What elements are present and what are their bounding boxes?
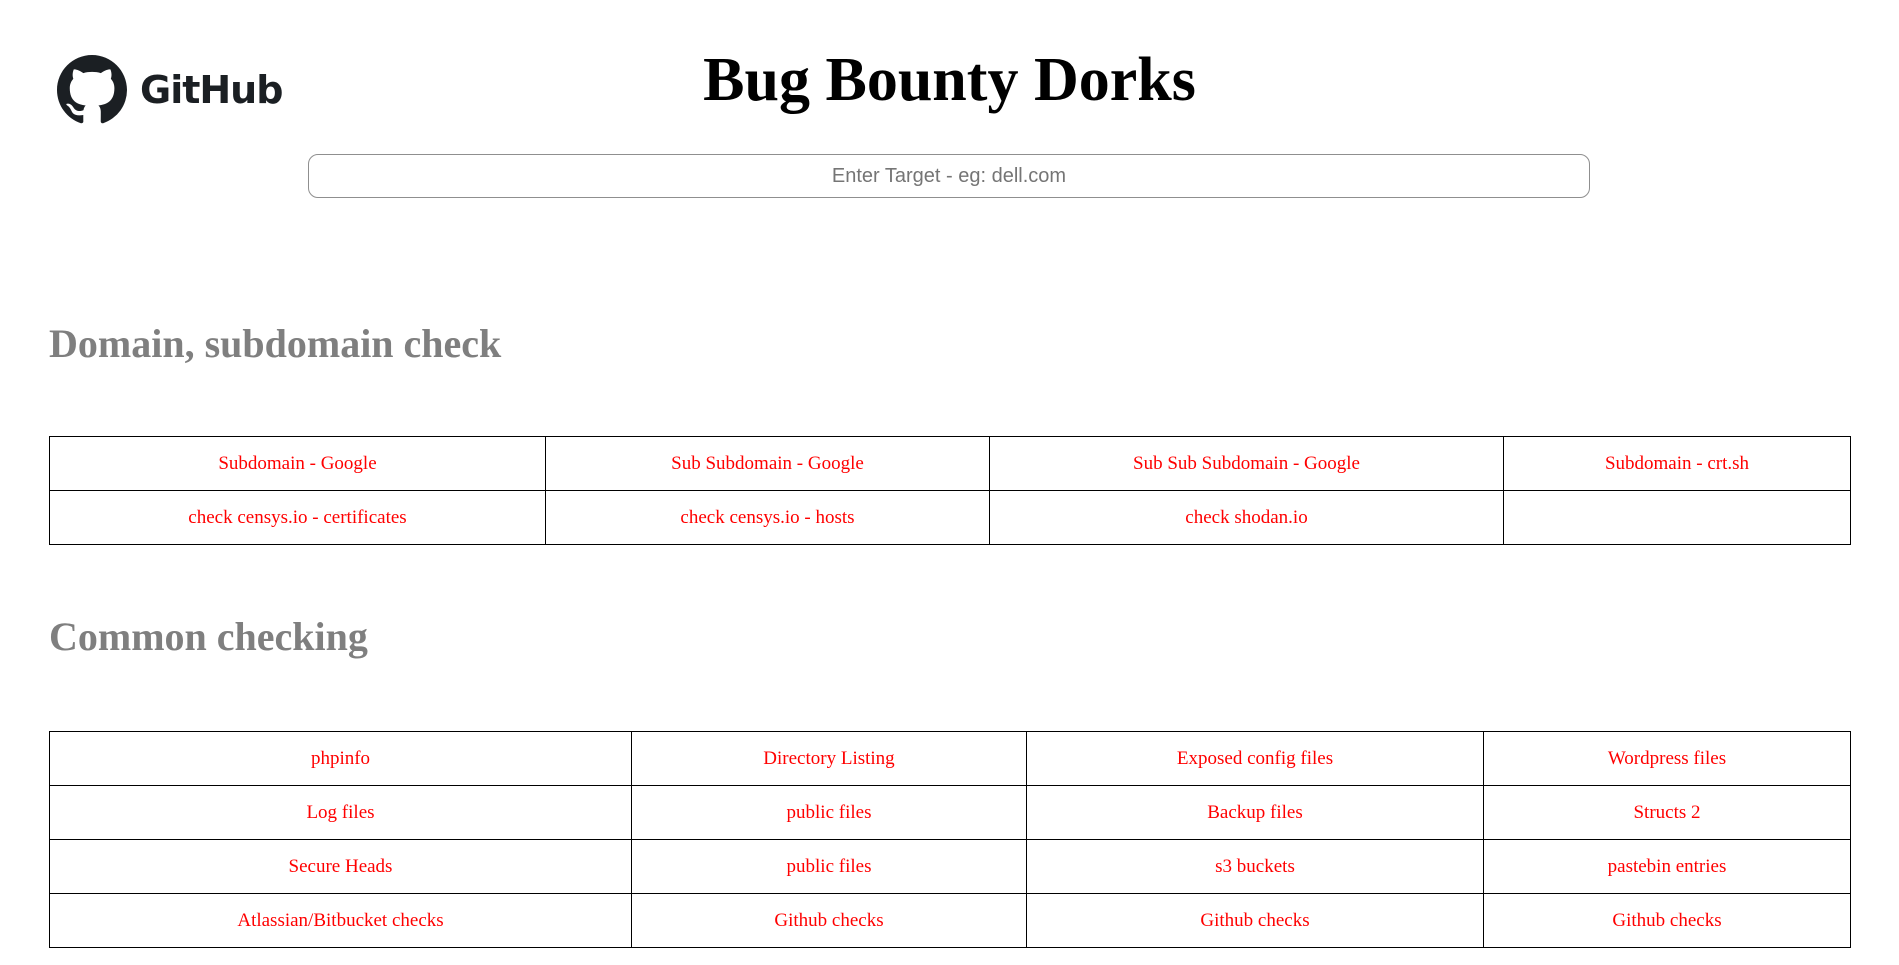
table-cell: Wordpress files — [1483, 731, 1851, 786]
table-cell: s3 buckets — [1026, 839, 1484, 894]
dork-link[interactable]: s3 buckets — [1215, 856, 1295, 877]
dork-link[interactable]: Subdomain - Google — [218, 453, 376, 474]
table-cell: Github checks — [1483, 893, 1851, 948]
table-cell: Github checks — [631, 893, 1027, 948]
table-cell: Atlassian/Bitbucket checks — [49, 893, 632, 948]
table-cell: Sub Sub Subdomain - Google — [989, 436, 1504, 491]
dork-link[interactable]: Github checks — [774, 910, 883, 931]
dork-link[interactable]: Exposed config files — [1177, 748, 1333, 769]
table-cell: public files — [631, 785, 1027, 840]
page: GitHub Bug Bounty Dorks Domain, subdomai… — [0, 0, 1899, 965]
dork-link[interactable]: phpinfo — [311, 748, 370, 769]
table-row: check censys.io - certificates check cen… — [49, 490, 1851, 545]
table-row: Log files public files Backup files Stru… — [49, 785, 1851, 840]
dork-link[interactable]: Secure Heads — [289, 856, 393, 877]
table-row: Atlassian/Bitbucket checks Github checks… — [49, 893, 1851, 948]
common-dorks-table: phpinfo Directory Listing Exposed config… — [49, 731, 1851, 948]
page-title: Bug Bounty Dorks — [703, 46, 1196, 114]
table-cell: check shodan.io — [989, 490, 1504, 545]
table-cell: check censys.io - hosts — [545, 490, 990, 545]
table-cell: phpinfo — [49, 731, 632, 786]
dork-link[interactable]: Sub Sub Subdomain - Google — [1133, 453, 1360, 474]
dork-link[interactable]: check censys.io - certificates — [188, 507, 406, 528]
table-cell: Structs 2 — [1483, 785, 1851, 840]
dork-link[interactable]: Backup files — [1207, 802, 1303, 823]
dork-link[interactable]: Directory Listing — [763, 748, 894, 769]
table-row: Subdomain - Google Sub Subdomain - Googl… — [49, 436, 1851, 491]
section-title-domain: Domain, subdomain check — [49, 321, 502, 366]
dork-link[interactable]: public files — [787, 856, 872, 877]
dork-link[interactable]: check shodan.io — [1185, 507, 1307, 528]
dork-link[interactable]: Github checks — [1200, 910, 1309, 931]
table-cell: Secure Heads — [49, 839, 632, 894]
dork-link[interactable]: Atlassian/Bitbucket checks — [237, 910, 443, 931]
table-cell: Github checks — [1026, 893, 1484, 948]
dork-link[interactable]: pastebin entries — [1608, 856, 1727, 877]
table-row: Secure Heads public files s3 buckets pas… — [49, 839, 1851, 894]
domain-dorks-table: Subdomain - Google Sub Subdomain - Googl… — [49, 436, 1851, 545]
table-row: phpinfo Directory Listing Exposed config… — [49, 731, 1851, 786]
table-cell: Subdomain - crt.sh — [1503, 436, 1851, 491]
table-cell: Directory Listing — [631, 731, 1027, 786]
table-cell: Exposed config files — [1026, 731, 1484, 786]
dork-link[interactable]: Structs 2 — [1633, 802, 1700, 823]
dork-link[interactable]: public files — [787, 802, 872, 823]
table-cell-empty — [1503, 490, 1851, 545]
table-cell: Backup files — [1026, 785, 1484, 840]
table-cell: pastebin entries — [1483, 839, 1851, 894]
dork-link[interactable]: check censys.io - hosts — [680, 507, 854, 528]
table-cell: Log files — [49, 785, 632, 840]
dork-link[interactable]: Sub Subdomain - Google — [671, 453, 864, 474]
table-cell: Subdomain - Google — [49, 436, 546, 491]
dork-link[interactable]: Github checks — [1612, 910, 1721, 931]
table-cell: public files — [631, 839, 1027, 894]
dork-link[interactable]: Wordpress files — [1608, 748, 1726, 769]
dork-link[interactable]: Subdomain - crt.sh — [1605, 453, 1749, 474]
target-input[interactable] — [308, 154, 1590, 198]
table-cell: check censys.io - certificates — [49, 490, 546, 545]
table-cell: Sub Subdomain - Google — [545, 436, 990, 491]
section-title-common: Common checking — [49, 614, 368, 659]
dork-link[interactable]: Log files — [306, 802, 374, 823]
